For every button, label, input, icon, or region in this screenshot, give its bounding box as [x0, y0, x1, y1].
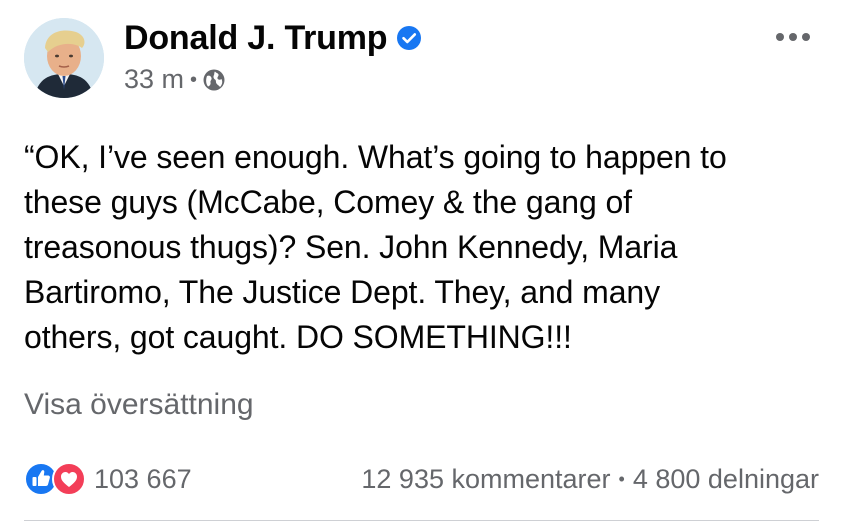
more-options-button[interactable]	[771, 22, 815, 52]
verified-badge-icon	[396, 25, 422, 51]
post-text-line: treasonous thugs)? Sen. John Kennedy, Ma…	[24, 229, 678, 265]
post-timestamp[interactable]: 33 m	[124, 64, 184, 95]
see-translation-link[interactable]: Visa översättning	[24, 388, 254, 422]
globe-icon[interactable]	[202, 68, 226, 92]
comments-count[interactable]: 12 935 kommentarer	[361, 464, 610, 495]
post-meta: 33 m •	[124, 64, 422, 95]
stats-separator: •	[618, 468, 625, 489]
meta-separator: •	[190, 68, 198, 91]
author-row: Donald J. Trump	[124, 16, 422, 60]
more-options-icon	[776, 33, 810, 41]
post-header: Donald J. Trump 33 m •	[24, 16, 819, 102]
avatar-image	[24, 18, 104, 98]
post-text-line: these guys (McCabe, Comey & the gang of	[24, 184, 632, 220]
post-stats: 103 667 12 935 kommentarer • 4 800 delni…	[24, 458, 819, 500]
reactions-count: 103 667	[94, 463, 192, 494]
divider	[24, 520, 819, 521]
post-text-line: others, got caught. DO SOMETHING!!!	[24, 319, 572, 355]
reactions-summary[interactable]: 103 667	[24, 462, 192, 496]
engagement-stats: 12 935 kommentarer • 4 800 delningar	[361, 464, 819, 495]
author-block: Donald J. Trump 33 m •	[124, 16, 422, 95]
post-text-line: “OK, I’ve seen enough. What’s going to h…	[24, 139, 727, 175]
reaction-icons	[24, 462, 86, 496]
author-avatar[interactable]	[24, 18, 104, 98]
love-icon	[52, 462, 86, 496]
post-message: “OK, I’ve seen enough. What’s going to h…	[24, 135, 824, 360]
post-text-line: Bartiromo, The Justice Dept. They, and m…	[24, 274, 660, 310]
shares-count[interactable]: 4 800 delningar	[633, 464, 819, 495]
author-name[interactable]: Donald J. Trump	[124, 19, 388, 58]
